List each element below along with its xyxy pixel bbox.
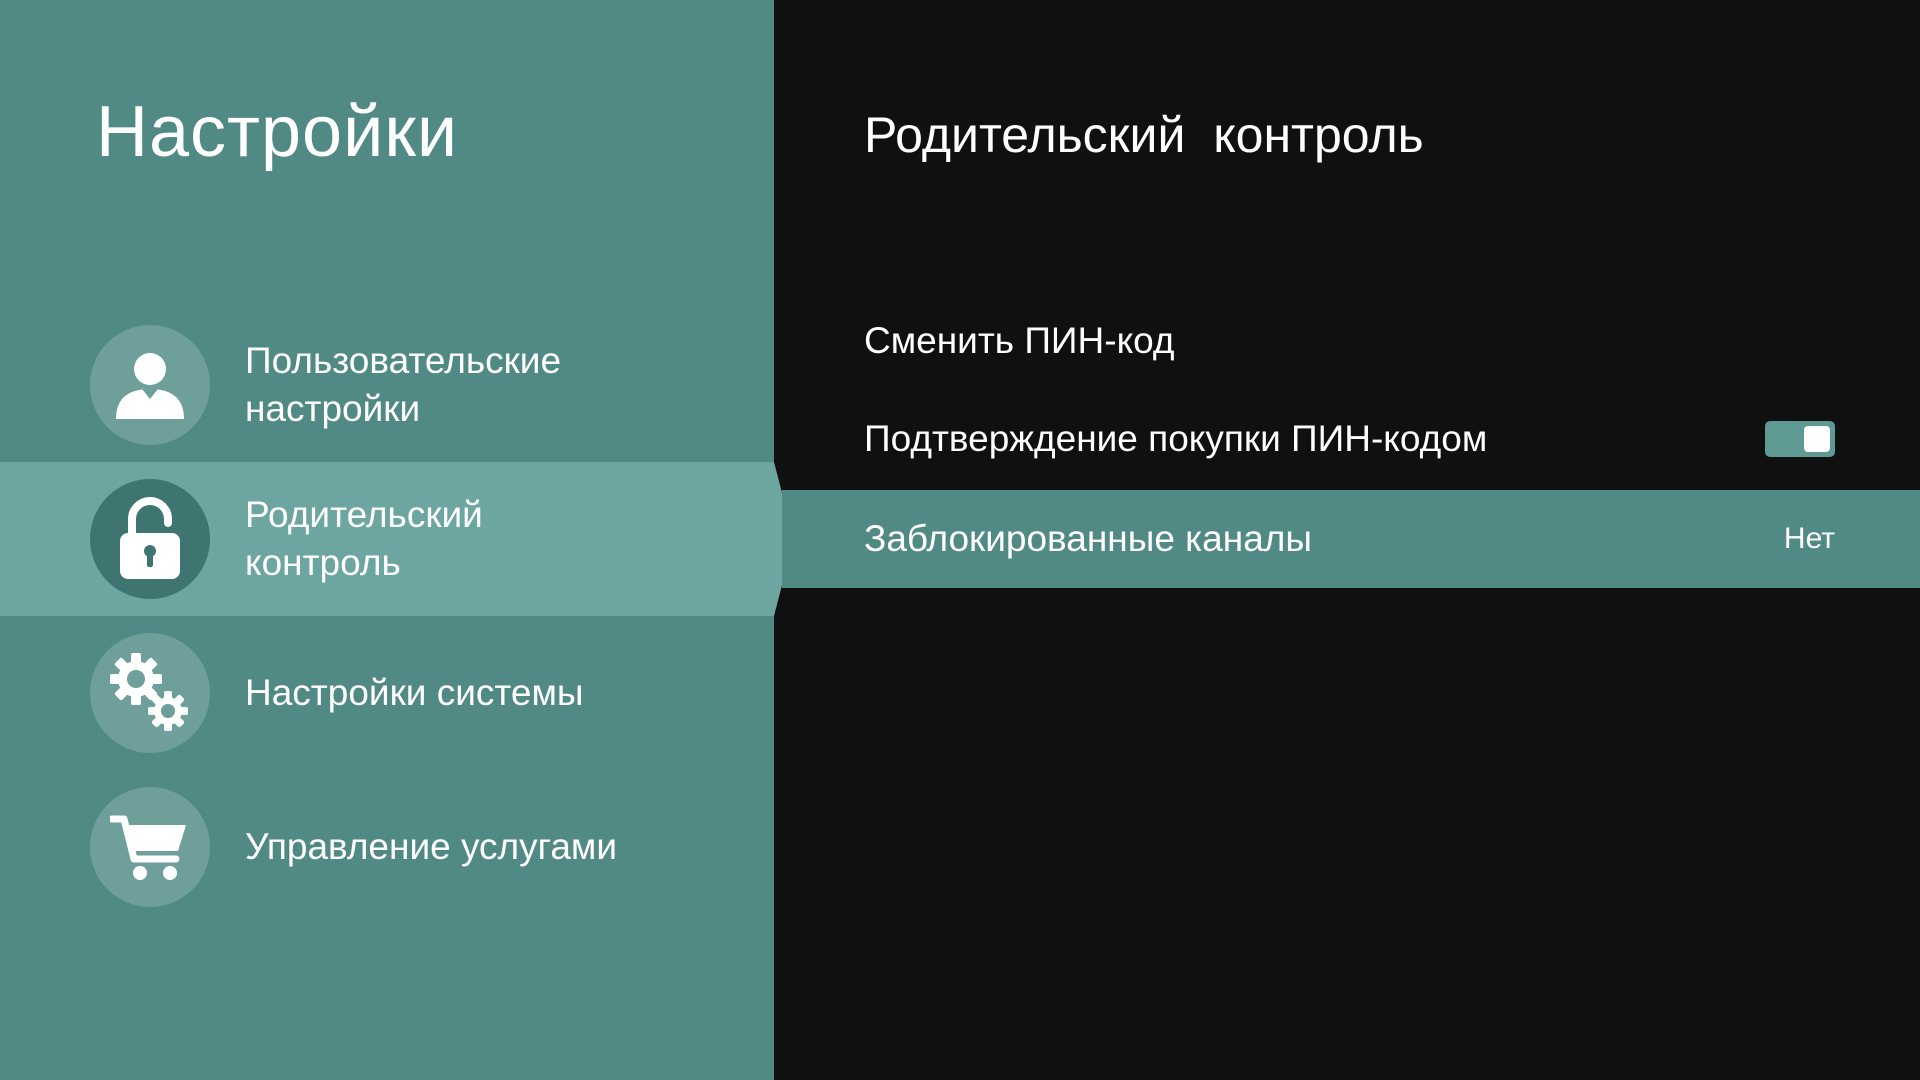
sidebar-title: Настройки (96, 92, 459, 172)
settings-sidebar: Настройки Пользовательские настройки Род… (0, 0, 794, 1080)
option-label: Подтверждение покупки ПИН-кодом (864, 418, 1488, 459)
sidebar-item-parental-control[interactable]: Родительский контроль (0, 462, 794, 616)
cart-icon (90, 787, 210, 907)
sidebar-item-user-settings[interactable]: Пользовательские настройки (0, 308, 774, 462)
user-icon (90, 325, 210, 445)
sidebar-item-service-management[interactable]: Управление услугами (0, 770, 774, 924)
option-purchase-pin-confirm[interactable]: Подтверждение покупки ПИН-кодом (782, 390, 1920, 488)
option-label: Сменить ПИН-код (864, 320, 1175, 361)
sidebar-item-label: Настройки системы (245, 672, 584, 713)
content-title: Родительский контроль (864, 107, 1424, 163)
option-label: Заблокированные каналы (864, 518, 1312, 559)
sidebar-item-label: Пользовательские настройки (245, 340, 562, 429)
option-blocked-channels[interactable]: Заблокированные каналы Нет (782, 490, 1920, 588)
settings-screen: Настройки Пользовательские настройки Род… (0, 0, 1920, 1080)
blocked-channels-value: Нет (1783, 522, 1835, 555)
lock-icon (90, 479, 210, 599)
toggle-knob (1804, 426, 1830, 452)
sidebar-item-label: Управление услугами (245, 826, 618, 867)
option-change-pin[interactable]: Сменить ПИН-код (782, 292, 1920, 390)
sidebar-item-system-settings[interactable]: Настройки системы (0, 616, 774, 770)
purchase-pin-toggle[interactable] (1765, 421, 1835, 457)
sidebar-item-label: Родительский контроль (245, 494, 483, 583)
gears-icon (90, 633, 210, 753)
